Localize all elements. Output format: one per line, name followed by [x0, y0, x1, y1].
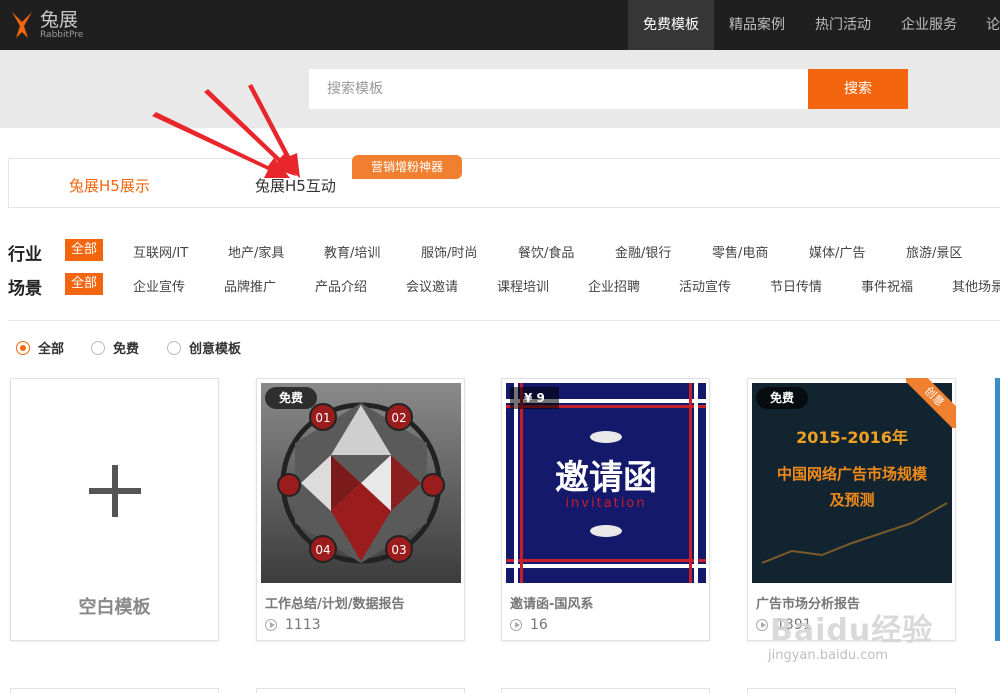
- promo-badge: 营销增粉神器: [352, 155, 462, 179]
- blank-template-card[interactable]: 空白模板: [10, 378, 219, 641]
- industry-item[interactable]: 金融/银行: [615, 242, 671, 261]
- industry-item[interactable]: 媒体/广告: [809, 242, 865, 261]
- nav-featured-cases[interactable]: 精品案例: [714, 0, 800, 50]
- industry-item[interactable]: 互联网/IT: [133, 242, 188, 261]
- blank-template-title: 空白模板: [78, 597, 151, 618]
- scene-item[interactable]: 活动宣传: [679, 276, 731, 295]
- creative-ribbon: 创意: [906, 378, 956, 428]
- template-thumbnail: 01 02 03 04: [261, 383, 461, 583]
- baidu-watermark: Baidu经验 jingyan.baidu.com: [760, 600, 970, 670]
- logo-subtitle: RabbitPre: [40, 30, 84, 40]
- hexagon-diagram-icon: 01 02 03 04: [261, 383, 461, 583]
- play-icon: [510, 619, 522, 631]
- industry-item[interactable]: 地产/家具: [228, 242, 284, 261]
- radio-creative-label: 创意模板: [189, 342, 242, 357]
- template-thumbnail: 邀请函 invitation: [506, 383, 706, 583]
- top-navbar: 兔展 RabbitPre 免费模板 精品案例 热门活动 企业服务 论: [0, 0, 1000, 50]
- industry-item[interactable]: 服饰/时尚: [421, 242, 477, 261]
- scene-item[interactable]: 事件祝福: [861, 276, 913, 295]
- template-card[interactable]: 01 02 03 04 免费 工作总结/计划/数据报告 1113: [256, 378, 465, 641]
- view-count: 1113: [265, 617, 321, 633]
- industry-all-chip[interactable]: 全部: [65, 239, 103, 261]
- template-title: 邀请函-国风系: [510, 597, 594, 612]
- radio-creative[interactable]: 创意模板: [167, 338, 241, 357]
- watermark-text: Baidu经验: [770, 613, 934, 648]
- view-count-value: 1113: [285, 617, 321, 633]
- radio-free[interactable]: 免费: [91, 338, 139, 357]
- scene-all-chip[interactable]: 全部: [65, 273, 103, 295]
- radio-dot-icon: [16, 340, 30, 355]
- scene-item[interactable]: 产品介绍: [315, 276, 367, 295]
- template-card[interactable]: [10, 688, 219, 693]
- template-card[interactable]: [501, 688, 710, 693]
- scene-item[interactable]: 品牌推广: [224, 276, 276, 295]
- ribbon-label: 创意: [906, 378, 956, 428]
- tab-h5-display[interactable]: 兔展H5展示: [69, 175, 150, 196]
- thumb-label: 04: [315, 543, 330, 557]
- annotation-arrows-icon: [152, 84, 300, 178]
- watermark-url: jingyan.baidu.com: [768, 648, 888, 663]
- search-button[interactable]: 搜索: [808, 69, 908, 109]
- thumb-line: 中国网络广告市场规模: [777, 465, 928, 483]
- industry-item[interactable]: 餐饮/食品: [518, 242, 574, 261]
- scene-item[interactable]: 其他场景: [952, 276, 1000, 295]
- thumb-title: 邀请函: [555, 458, 657, 498]
- thumb-subtitle: invitation: [565, 496, 646, 511]
- template-title: 工作总结/计划/数据报告: [265, 597, 405, 612]
- logo[interactable]: 兔展 RabbitPre: [8, 7, 83, 43]
- scene-item[interactable]: 课程培训: [497, 276, 549, 295]
- scene-item[interactable]: 企业宣传: [133, 276, 185, 295]
- view-count: 16: [510, 617, 548, 633]
- template-card[interactable]: [256, 688, 465, 693]
- thumb-label: 01: [315, 411, 330, 425]
- nav-free-templates[interactable]: 免费模板: [628, 0, 714, 50]
- play-icon: [265, 619, 277, 631]
- rabbit-logo-icon: [12, 12, 32, 38]
- divider: [8, 320, 1000, 321]
- industry-item[interactable]: 零售/电商: [712, 242, 768, 261]
- radio-free-label: 免费: [113, 342, 140, 357]
- thumb-line: 及预测: [829, 491, 874, 509]
- radio-all-label: 全部: [38, 342, 65, 357]
- plus-icon: [89, 465, 141, 517]
- template-card[interactable]: 邀请函 invitation ¥ 9 邀请函-国风系 16: [501, 378, 710, 641]
- thumb-label: 02: [391, 411, 406, 425]
- search-input[interactable]: [309, 69, 809, 109]
- logo-title: 兔展: [40, 9, 79, 31]
- price-tag: 免费: [756, 387, 809, 409]
- radio-all[interactable]: 全部: [16, 338, 64, 357]
- scene-item[interactable]: 节日传情: [770, 276, 822, 295]
- price-tag: 免费: [265, 387, 318, 409]
- partial-template-card[interactable]: [995, 378, 1000, 641]
- scene-item[interactable]: 会议邀请: [406, 276, 458, 295]
- thumb-label: 03: [391, 543, 406, 557]
- invitation-thumbnail-icon: 邀请函 invitation: [506, 383, 706, 583]
- thumb-line: 2015-2016年: [796, 428, 908, 447]
- radio-dot-icon: [167, 340, 181, 355]
- nav-enterprise[interactable]: 企业服务: [886, 0, 972, 50]
- scene-item[interactable]: 企业招聘: [588, 276, 640, 295]
- price-tag: ¥ 9: [510, 387, 559, 409]
- template-card[interactable]: [747, 688, 956, 693]
- nav-hot-events[interactable]: 热门活动: [800, 0, 886, 50]
- scene-label: 场景: [8, 279, 42, 299]
- industry-item[interactable]: 旅游/景区: [906, 242, 962, 261]
- radio-dot-icon: [91, 340, 105, 355]
- industry-label: 行业: [8, 245, 42, 265]
- view-count-value: 16: [530, 617, 548, 633]
- industry-item[interactable]: 教育/培训: [324, 242, 380, 261]
- nav-forum[interactable]: 论: [972, 0, 1000, 50]
